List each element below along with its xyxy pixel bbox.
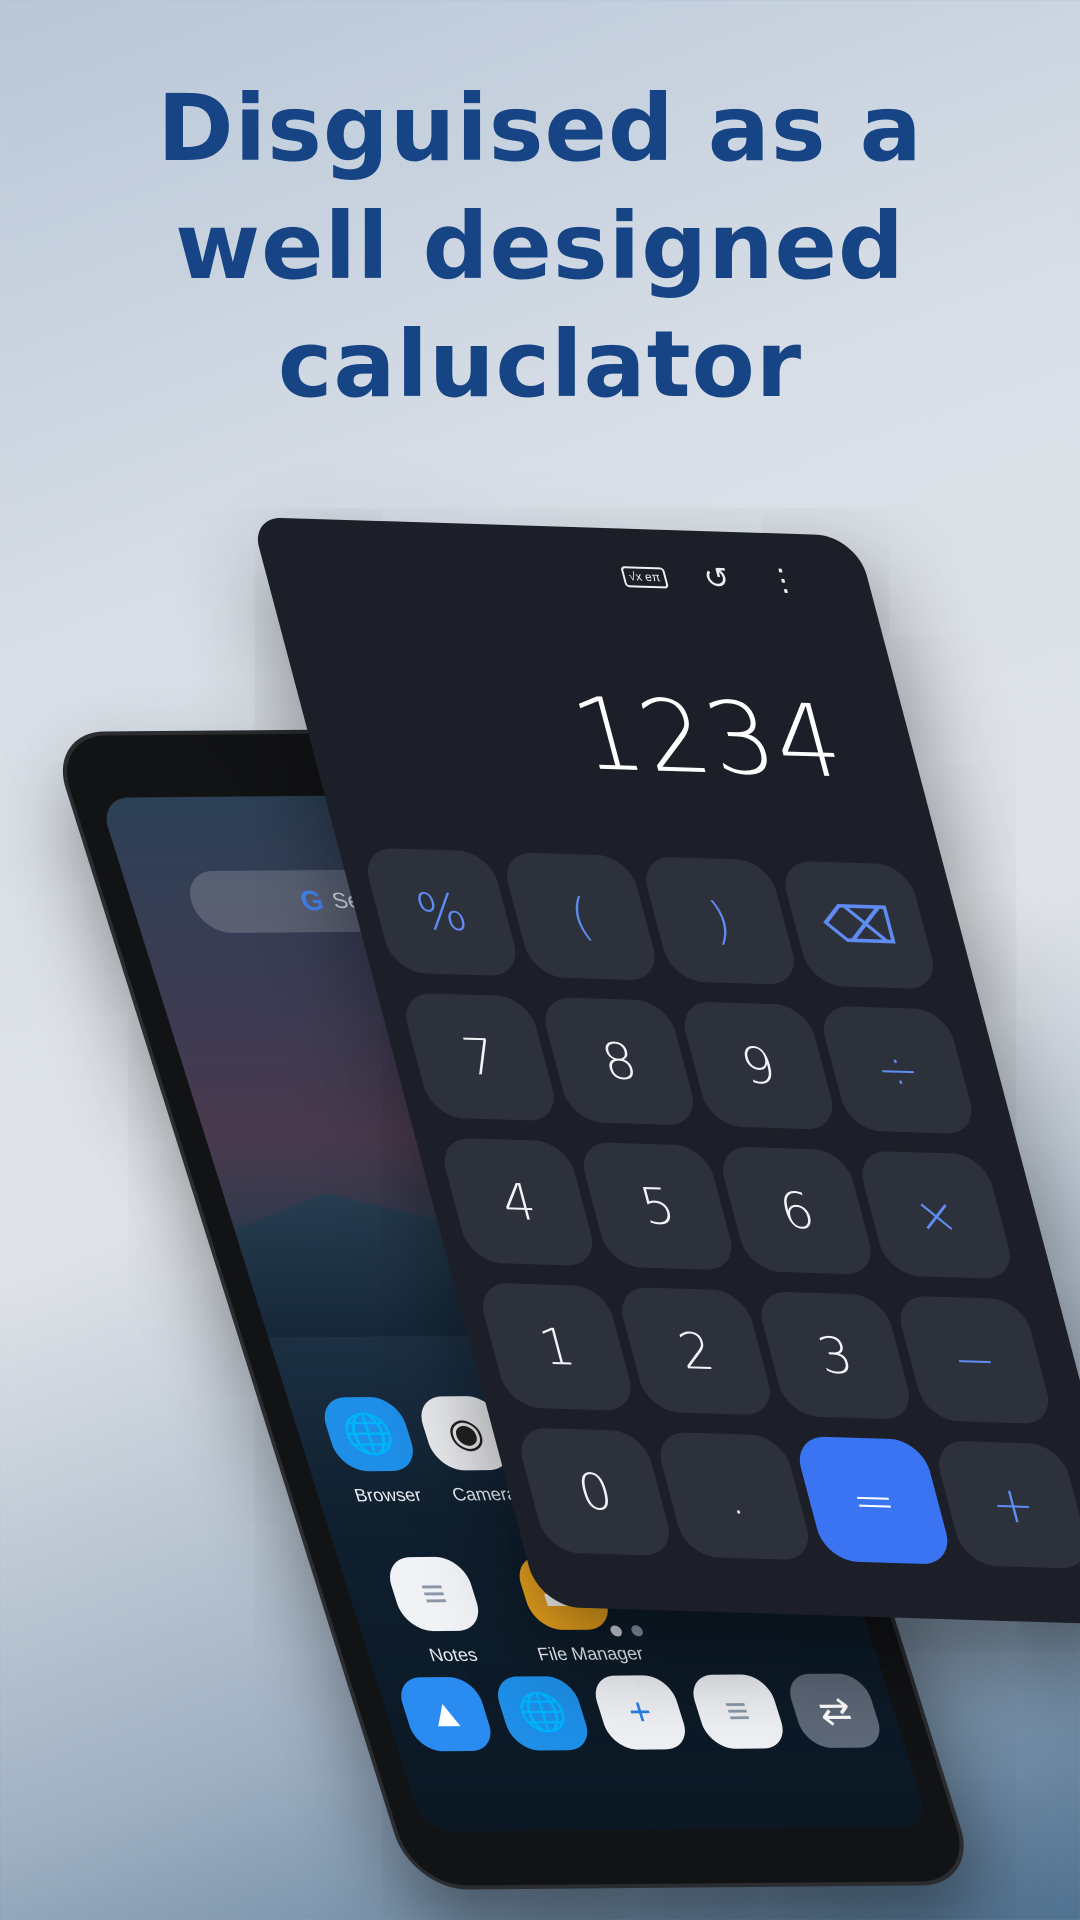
key-button[interactable]: )	[638, 856, 802, 986]
key-button[interactable]: 0	[514, 1427, 677, 1557]
key-button[interactable]: 7	[398, 992, 562, 1122]
app-label: File Manager	[534, 1643, 646, 1665]
globe-icon: 🌐	[317, 1396, 421, 1472]
app-label: Notes	[426, 1644, 480, 1666]
headline-line: well designed	[175, 193, 905, 300]
key-button[interactable]: 4	[437, 1137, 600, 1267]
gallery-icon[interactable]: ▲	[394, 1676, 498, 1752]
notes-icon[interactable]: ≡	[686, 1674, 790, 1749]
key-button[interactable]: (	[499, 851, 662, 981]
calculator-toolbar: √x eπ ↺ ⋮	[618, 558, 803, 599]
key-button[interactable]: 9	[677, 1001, 840, 1131]
history-icon[interactable]: ↺	[700, 561, 735, 598]
key-button[interactable]: 2	[614, 1286, 778, 1416]
page-indicator	[608, 1625, 645, 1637]
key-button[interactable]: 6	[715, 1146, 878, 1276]
key-button[interactable]: ⌫	[778, 860, 941, 990]
browser-icon[interactable]: 🌐	[491, 1675, 595, 1751]
key-button[interactable]: 5	[576, 1141, 739, 1271]
key-button[interactable]: ×	[854, 1150, 1018, 1280]
key-button[interactable]: 3	[754, 1290, 917, 1420]
headline-line: caluclator	[277, 311, 803, 418]
key-button[interactable]: 1	[475, 1282, 638, 1412]
notes-icon: ≡	[382, 1556, 486, 1632]
key-button[interactable]: 8	[538, 996, 701, 1126]
key-button[interactable]: =	[792, 1435, 955, 1565]
settings-toggle-icon[interactable]: ⇄	[783, 1673, 887, 1749]
key-button[interactable]: .	[653, 1431, 816, 1561]
app-notes[interactable]: ≡ Notes	[378, 1556, 502, 1667]
google-icon: G	[296, 885, 328, 917]
scientific-functions-icon[interactable]: √x eπ	[620, 565, 669, 588]
app-label: Browser	[351, 1484, 425, 1506]
add-icon[interactable]: +	[588, 1675, 692, 1750]
key-button[interactable]: ÷	[816, 1005, 979, 1135]
headline-line: Disguised as a	[157, 75, 923, 182]
dock: ▲ 🌐 + ≡ ⇄	[385, 1673, 895, 1752]
calculator-display: 1234	[560, 675, 857, 801]
key-button[interactable]: %	[360, 847, 523, 977]
key-button[interactable]: −	[893, 1295, 1056, 1425]
more-vert-icon[interactable]: ⋮	[763, 563, 803, 600]
key-button[interactable]: +	[931, 1440, 1080, 1570]
headline: Disguised as a well designed caluclator	[0, 70, 1080, 424]
